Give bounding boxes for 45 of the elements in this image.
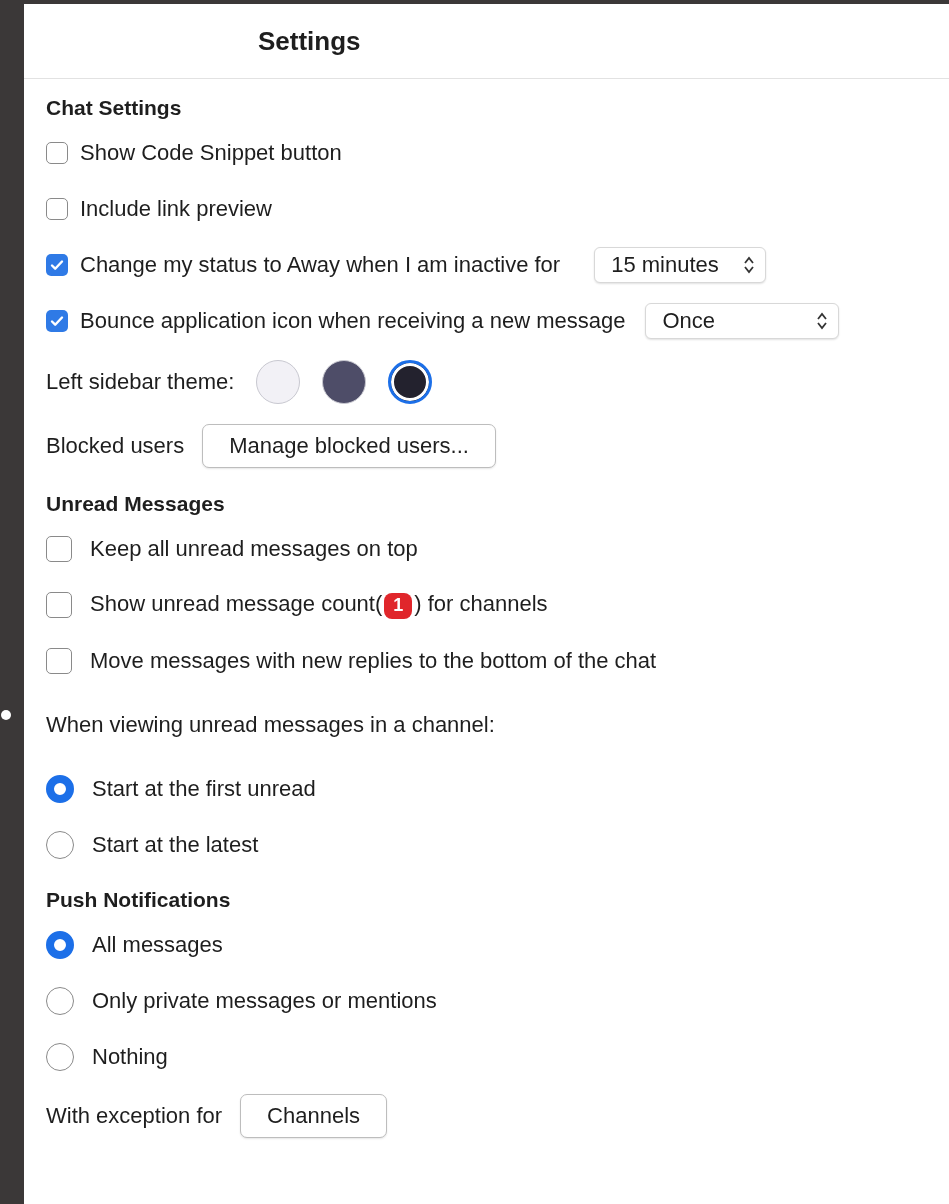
section-heading: Push Notifications	[46, 887, 232, 913]
radio-button[interactable]	[46, 1043, 74, 1071]
action-button[interactable]: Manage blocked users...	[202, 424, 496, 468]
checkbox-label: Include link preview	[80, 196, 272, 222]
checkbox[interactable]	[46, 142, 68, 164]
section-heading: Unread Messages	[46, 491, 226, 517]
checkbox-label: Show Code Snippet button	[80, 140, 342, 166]
checkbox[interactable]	[46, 198, 68, 220]
checkbox-label: Move messages with new replies to the bottom of the chat	[90, 648, 657, 674]
theme-swatch[interactable]	[256, 360, 301, 404]
radio-label: Nothing	[92, 1044, 168, 1070]
theme-swatch[interactable]	[388, 360, 433, 404]
dropdown-select[interactable]: Once	[645, 303, 840, 339]
checkbox[interactable]	[46, 310, 68, 332]
radio-button[interactable]	[46, 775, 74, 803]
radio-button[interactable]	[46, 831, 74, 859]
setting-label: With exception for	[46, 1103, 223, 1129]
checkmark-icon	[49, 313, 65, 329]
window-title: Settings	[258, 25, 361, 57]
edge-dot	[1, 710, 11, 720]
theme-swatch[interactable]	[322, 360, 367, 404]
checkbox[interactable]	[46, 254, 68, 276]
checkbox-label: Show unread message count( 1 ) for channels	[90, 591, 548, 619]
checkbox[interactable]	[46, 536, 72, 562]
stepper-arrows-icon	[816, 311, 829, 331]
checkbox-label: Keep all unread messages on top	[90, 536, 418, 562]
section-heading: Chat Settings	[46, 95, 183, 121]
stepper-arrows-icon	[743, 255, 756, 275]
dropdown-select[interactable]: 15 minutes	[594, 247, 767, 283]
setting-description: When viewing unread messages in a channel:	[46, 712, 495, 738]
unread-count-badge: 1	[384, 592, 413, 619]
radio-label: Only private messages or mentions	[92, 988, 437, 1014]
action-button[interactable]: Channels	[240, 1094, 388, 1138]
radio-button[interactable]	[46, 931, 74, 959]
setting-label: Blocked users	[46, 433, 185, 459]
radio-button[interactable]	[46, 987, 74, 1015]
checkbox[interactable]	[46, 592, 72, 618]
checkmark-icon	[49, 257, 65, 273]
theme-label: Left sidebar theme:	[46, 369, 235, 395]
checkbox-label: Change my status to Away when I am inactive for	[80, 252, 561, 278]
radio-label: Start at the latest	[92, 832, 259, 858]
checkbox-label: Bounce application icon when receiving a new message	[80, 308, 626, 334]
radio-label: Start at the first unread	[92, 776, 316, 802]
checkbox[interactable]	[46, 648, 72, 674]
radio-label: All messages	[92, 932, 223, 958]
